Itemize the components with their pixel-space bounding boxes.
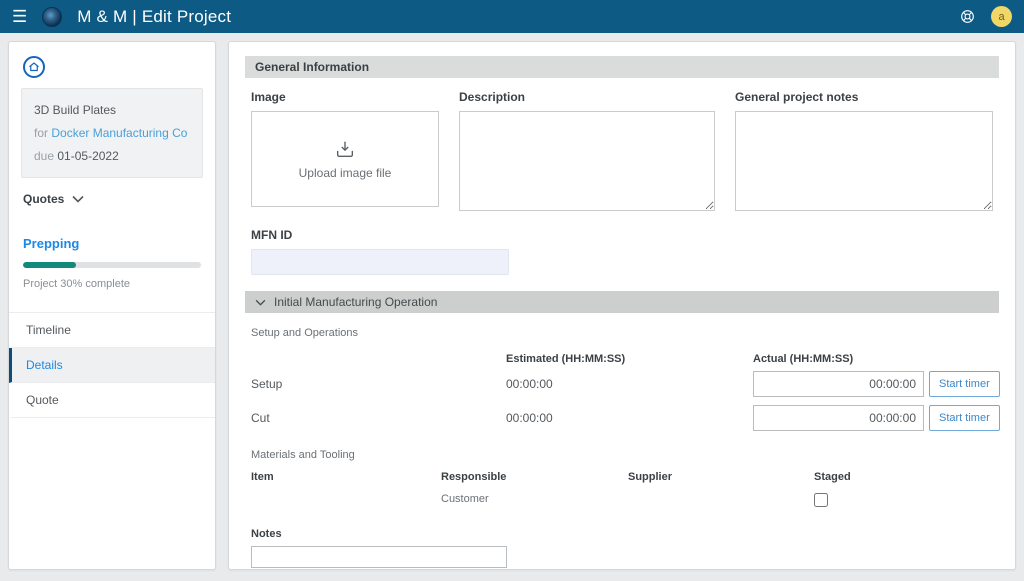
due-label: due <box>34 149 54 163</box>
home-icon <box>28 61 40 73</box>
description-textarea[interactable] <box>459 111 715 211</box>
main-content: General Information Image Upload image f… <box>228 41 1016 570</box>
general-information-title: General Information <box>255 60 369 74</box>
notes-input[interactable] <box>251 546 507 568</box>
responsible-cell: Customer <box>441 493 628 510</box>
project-notes-textarea[interactable] <box>735 111 993 211</box>
chevron-down-icon <box>72 195 84 203</box>
setup-estimated-value: 00:00:00 <box>506 369 753 399</box>
estimated-header: Estimated (HH:MM:SS) <box>506 353 753 365</box>
item-column-header: Item <box>251 471 441 493</box>
quotes-expander[interactable]: Quotes <box>9 178 215 218</box>
item-cell <box>251 493 441 510</box>
home-button[interactable] <box>23 56 45 78</box>
progress-bar <box>23 262 201 268</box>
project-status-block: Prepping Project 30% complete <box>9 218 215 290</box>
setup-actual-input[interactable] <box>753 371 924 397</box>
stage-name: Prepping <box>23 236 201 251</box>
notes-label: Notes <box>251 528 993 540</box>
cut-estimated-value: 00:00:00 <box>506 403 753 433</box>
actual-header: Actual (HH:MM:SS) <box>753 353 1000 365</box>
app-title: M & M | Edit Project <box>77 7 231 27</box>
supplier-column-header: Supplier <box>628 471 814 493</box>
sidebar-item-quote[interactable]: Quote <box>9 383 215 418</box>
project-name: 3D Build Plates <box>34 99 190 122</box>
responsible-column-header: Responsible <box>441 471 628 493</box>
quotes-label: Quotes <box>23 192 64 206</box>
due-date: 01-05-2022 <box>57 149 118 163</box>
cut-actual-group: Start timer <box>753 401 1000 435</box>
imo-section-title: Initial Manufacturing Operation <box>274 295 437 309</box>
collapse-chevron-icon <box>255 299 266 306</box>
setup-row-label: Setup <box>251 369 506 399</box>
staged-column-header: Staged <box>814 471 993 493</box>
supplier-cell <box>628 493 814 510</box>
sidebar-item-timeline[interactable]: Timeline <box>9 313 215 348</box>
cut-start-timer-button[interactable]: Start timer <box>929 405 1000 431</box>
client-link[interactable]: Docker Manufacturing Co <box>51 126 187 140</box>
progress-caption: Project 30% complete <box>23 278 201 290</box>
time-table: Estimated (HH:MM:SS) Actual (HH:MM:SS) S… <box>251 351 993 435</box>
top-bar: ☰ M & M | Edit Project a <box>0 0 1024 33</box>
general-information-header: General Information <box>245 56 999 78</box>
setup-start-timer-button[interactable]: Start timer <box>929 371 1000 397</box>
user-avatar[interactable]: a <box>991 6 1012 27</box>
sidebar-item-details[interactable]: Details <box>9 348 215 383</box>
sidebar: 3D Build Plates for Docker Manufacturing… <box>8 41 216 570</box>
upload-icon <box>334 138 356 160</box>
sidebar-nav: Timeline Details Quote <box>9 312 215 418</box>
menu-icon[interactable]: ☰ <box>12 8 27 25</box>
upload-text: Upload image file <box>299 166 392 180</box>
help-lifebuoy-icon[interactable] <box>959 8 976 25</box>
for-label: for <box>34 126 48 140</box>
mfn-id-input[interactable] <box>251 249 509 275</box>
image-label: Image <box>251 90 439 104</box>
description-label: Description <box>459 90 715 104</box>
upload-image-dropzone[interactable]: Upload image file <box>251 111 439 207</box>
mfn-id-label: MFN ID <box>251 228 993 242</box>
setup-actual-group: Start timer <box>753 367 1000 401</box>
project-notes-label: General project notes <box>735 90 993 104</box>
staged-checkbox[interactable] <box>814 493 828 507</box>
materials-table: Item Responsible Supplier Staged Custome… <box>251 471 993 510</box>
project-summary-card: 3D Build Plates for Docker Manufacturing… <box>21 88 203 178</box>
cut-row-label: Cut <box>251 403 506 433</box>
setup-operations-label: Setup and Operations <box>251 327 993 339</box>
progress-fill <box>23 262 76 268</box>
cut-actual-input[interactable] <box>753 405 924 431</box>
app-logo-icon <box>42 7 62 27</box>
imo-section-header[interactable]: Initial Manufacturing Operation <box>245 291 999 313</box>
materials-tooling-label: Materials and Tooling <box>251 449 993 461</box>
